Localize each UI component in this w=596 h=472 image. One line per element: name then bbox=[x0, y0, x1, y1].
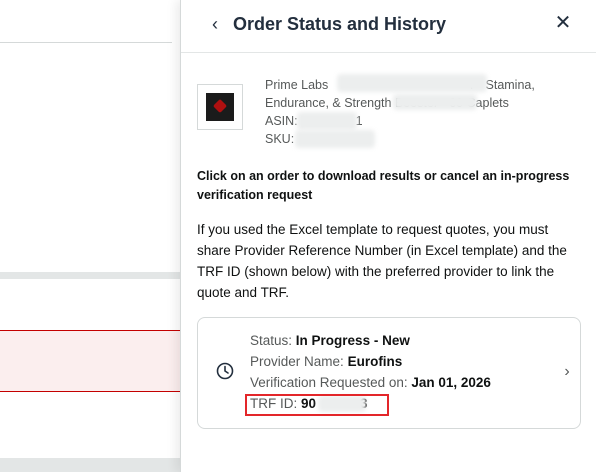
redaction-mask bbox=[297, 112, 357, 130]
chevron-left-icon[interactable]: ‹ bbox=[205, 12, 225, 36]
instructions-body: If you used the Excel template to reques… bbox=[197, 222, 567, 300]
order-details: Status: In Progress - New Provider Name:… bbox=[250, 330, 550, 414]
order-requested-date: Verification Requested on: Jan 01, 2026 bbox=[250, 375, 491, 390]
background-divider bbox=[0, 42, 172, 43]
order-provider: Provider Name: Eurofins bbox=[250, 354, 403, 369]
background-page bbox=[0, 0, 180, 472]
product-image bbox=[197, 84, 243, 130]
clock-icon bbox=[216, 362, 234, 380]
instructions-heading: Click on an order to download results or… bbox=[197, 169, 570, 202]
background-error-row bbox=[0, 330, 180, 392]
chevron-right-icon[interactable]: › bbox=[560, 362, 574, 382]
redaction-mask bbox=[318, 396, 366, 412]
redaction-mask bbox=[337, 74, 487, 92]
redaction-mask bbox=[295, 130, 375, 148]
order-trf-id: TRF ID: 903 bbox=[250, 396, 368, 411]
order-status: Status: In Progress - New bbox=[250, 333, 410, 348]
close-icon[interactable]: ✕ bbox=[551, 11, 575, 35]
order-card[interactable]: Status: In Progress - New Provider Name:… bbox=[197, 317, 581, 429]
redaction-mask bbox=[393, 94, 477, 110]
panel-header: ‹ Order Status and History ✕ bbox=[181, 0, 596, 50]
header-divider bbox=[181, 52, 596, 53]
panel-title: Order Status and History bbox=[233, 14, 447, 34]
background-strip bbox=[0, 272, 180, 279]
order-status-panel: ‹ Order Status and History ✕ Prime Labs r… bbox=[180, 0, 596, 472]
product-summary: Prime Labs r - Stamina, Endurance, & Stre… bbox=[197, 74, 587, 156]
background-footer-strip bbox=[0, 458, 180, 472]
